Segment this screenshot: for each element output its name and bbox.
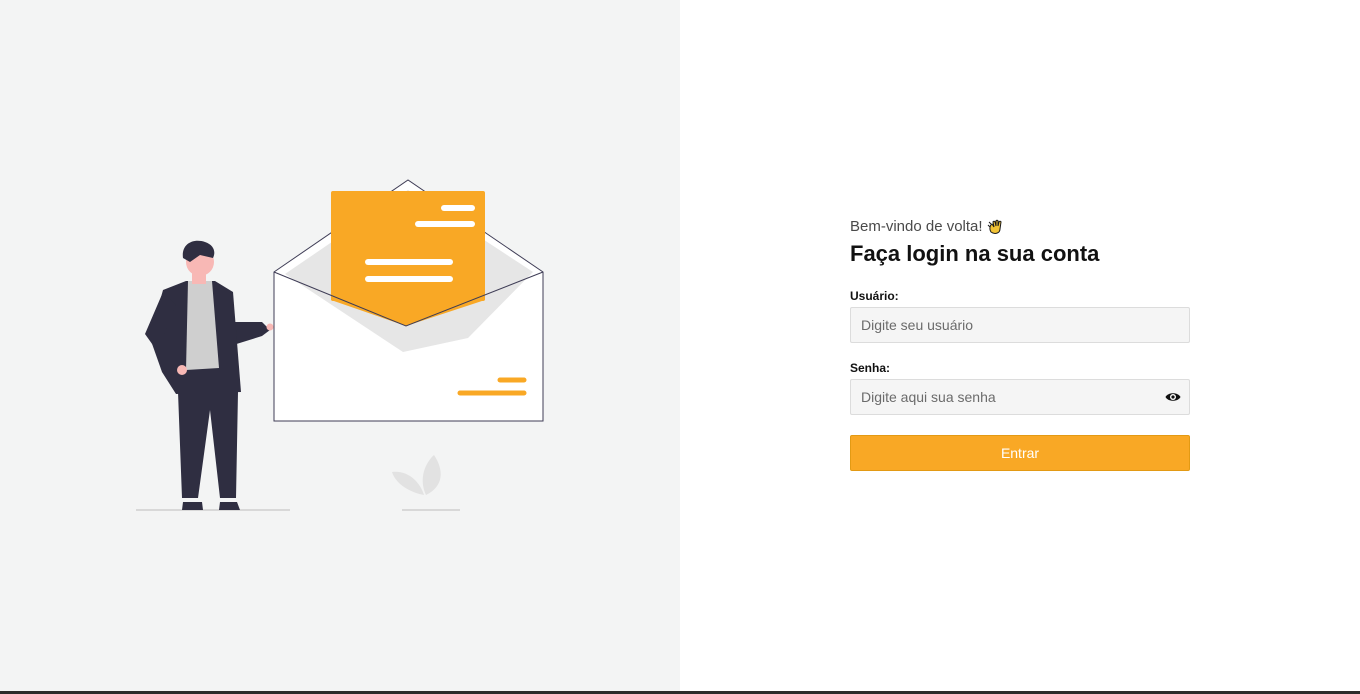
person-with-envelope-illustration	[136, 179, 544, 511]
page-title: Faça login na sua conta	[850, 241, 1100, 266]
leaves-icon	[392, 455, 441, 495]
password-field-wrapper	[850, 379, 1190, 415]
illustration-panel	[0, 0, 680, 692]
username-label: Usuário:	[850, 289, 899, 303]
greeting-text: Bem-vindo de volta!	[850, 218, 983, 235]
eye-icon[interactable]	[1165, 390, 1181, 404]
login-button[interactable]: Entrar	[850, 435, 1190, 471]
envelope-icon	[273, 179, 544, 422]
username-input[interactable]	[851, 308, 1189, 342]
login-panel: Bem-vindo de volta! Faça login na sua co…	[680, 0, 1360, 692]
password-label: Senha:	[850, 361, 891, 375]
login-form: Bem-vindo de volta! Faça login na sua co…	[850, 217, 1190, 471]
person-icon	[145, 240, 274, 510]
waving-hand-icon	[987, 219, 1004, 236]
password-input[interactable]	[851, 380, 1189, 414]
username-field-wrapper	[850, 307, 1190, 343]
greeting: Bem-vindo de volta!	[850, 217, 1190, 237]
